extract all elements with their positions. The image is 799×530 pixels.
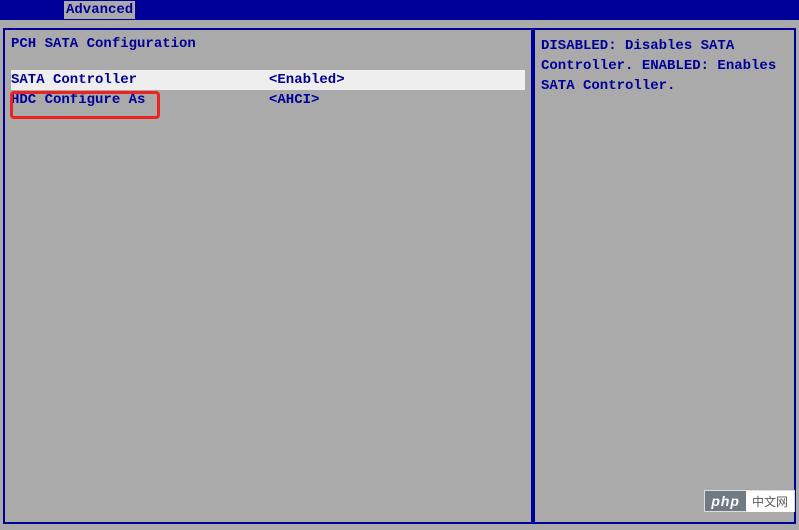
- menu-bar: Advanced: [0, 0, 799, 20]
- menu-bar-spacer: [0, 0, 64, 20]
- row-label: SATA Controller: [11, 72, 269, 88]
- settings-panel: PCH SATA Configuration SATA Controller <…: [3, 28, 533, 524]
- row-sata-controller[interactable]: SATA Controller <Enabled>: [11, 70, 525, 90]
- row-label: HDC Configure As: [11, 92, 269, 108]
- help-text: DISABLED: Disables SATA Controller. ENAB…: [541, 36, 788, 96]
- tab-advanced[interactable]: Advanced: [64, 1, 135, 19]
- row-value: <AHCI>: [269, 92, 319, 108]
- help-panel: DISABLED: Disables SATA Controller. ENAB…: [533, 28, 796, 524]
- watermark-brand: php: [705, 491, 746, 511]
- watermark: php 中文网: [704, 490, 795, 512]
- panels: PCH SATA Configuration SATA Controller <…: [3, 28, 796, 524]
- section-title: PCH SATA Configuration: [11, 36, 525, 52]
- watermark-suffix: 中文网: [746, 491, 794, 512]
- row-hdc-configure-as[interactable]: HDC Configure As <AHCI>: [11, 90, 525, 110]
- row-value: <Enabled>: [269, 72, 345, 88]
